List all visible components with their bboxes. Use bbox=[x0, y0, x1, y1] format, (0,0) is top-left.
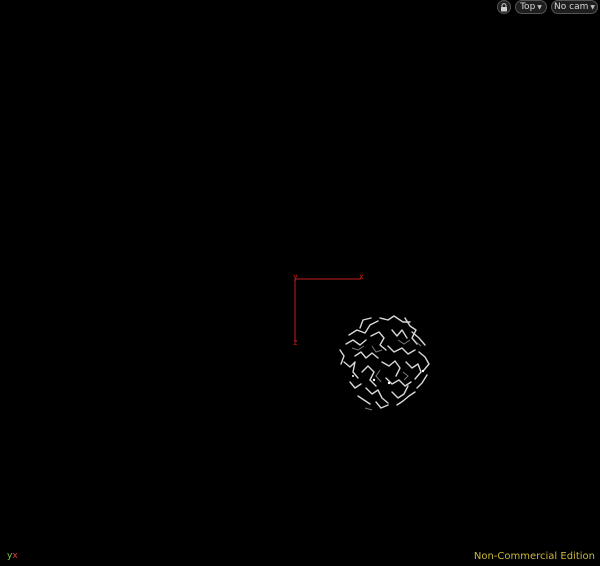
scene-viewport[interactable]: Top ▼ No cam ▼ y x z yx Non-Commercial E… bbox=[0, 0, 600, 566]
origin-z-label: z bbox=[293, 338, 298, 347]
edition-watermark: Non-Commercial Edition bbox=[473, 551, 595, 562]
curve-geometry bbox=[339, 315, 430, 409]
origin-y-label: y bbox=[293, 272, 298, 281]
corner-x-label: x bbox=[12, 551, 18, 561]
view-axes-indicator: yx bbox=[7, 551, 18, 561]
origin-axes: y x z bbox=[293, 272, 364, 347]
origin-x-label: x bbox=[359, 272, 364, 281]
scene-canvas[interactable]: y x z bbox=[0, 0, 600, 566]
